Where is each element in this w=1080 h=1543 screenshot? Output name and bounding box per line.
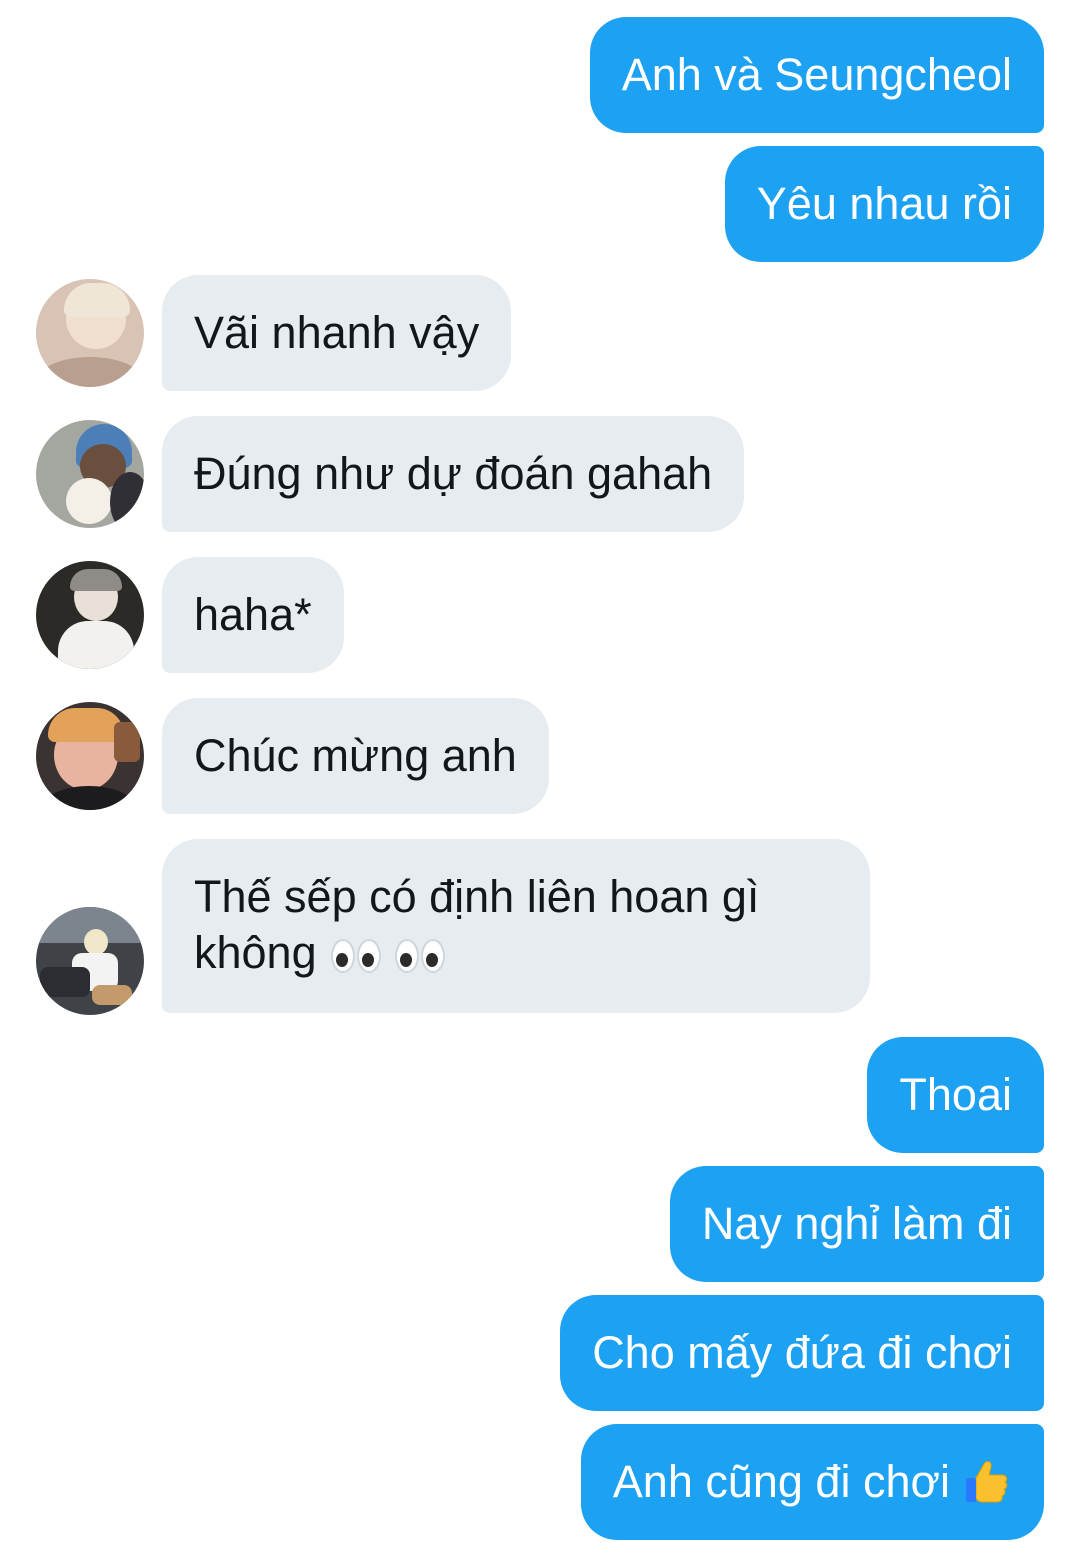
outgoing-message[interactable]: Thoai	[867, 1037, 1044, 1153]
message-row: haha*	[0, 557, 1080, 673]
incoming-message[interactable]: haha*	[162, 557, 344, 673]
chat-thread: Anh và Seungcheol Yêu nhau rồi Vãi nhanh…	[0, 0, 1080, 1543]
message-text: Anh cũng đi chơi	[612, 1456, 950, 1507]
incoming-message[interactable]: Chúc mừng anh	[162, 698, 549, 814]
message-row: Vãi nhanh vậy	[0, 275, 1080, 391]
outgoing-message[interactable]: Cho mấy đứa đi chơi	[560, 1295, 1044, 1411]
incoming-message[interactable]: Thế sếp có định liên hoan gì không	[162, 839, 870, 1013]
message-row: Anh và Seungcheol	[0, 17, 1080, 133]
message-row: Chúc mừng anh	[0, 698, 1080, 814]
message-text: Thế sếp có định liên hoan gì không	[194, 871, 760, 978]
avatar-3-icon[interactable]	[36, 561, 144, 669]
outgoing-message[interactable]: Nay nghỉ làm đi	[669, 1166, 1044, 1282]
message-row: Cho mấy đứa đi chơi	[0, 1295, 1080, 1411]
avatar-2-icon[interactable]	[36, 420, 144, 528]
message-row: Anh cũng đi chơi	[0, 1424, 1080, 1540]
avatar-1-icon[interactable]	[36, 279, 144, 387]
eyes-emoji	[330, 939, 445, 974]
thumbs-up-emoji	[966, 1461, 1008, 1503]
incoming-message[interactable]: Đúng như dự đoán gahah	[162, 416, 745, 532]
outgoing-message[interactable]: Anh cũng đi chơi	[580, 1424, 1044, 1540]
message-row: Thế sếp có định liên hoan gì không	[0, 839, 1080, 1015]
incoming-message[interactable]: Vãi nhanh vậy	[162, 275, 512, 391]
avatar-4-icon[interactable]	[36, 702, 144, 810]
outgoing-message[interactable]: Yêu nhau rồi	[724, 146, 1044, 262]
message-row: Thoai	[0, 1037, 1080, 1153]
avatar-5-icon[interactable]	[36, 907, 144, 1015]
message-row: Nay nghỉ làm đi	[0, 1166, 1080, 1282]
message-row: Yêu nhau rồi	[0, 146, 1080, 262]
message-row: Đúng như dự đoán gahah	[0, 416, 1080, 532]
outgoing-message[interactable]: Anh và Seungcheol	[589, 17, 1044, 133]
